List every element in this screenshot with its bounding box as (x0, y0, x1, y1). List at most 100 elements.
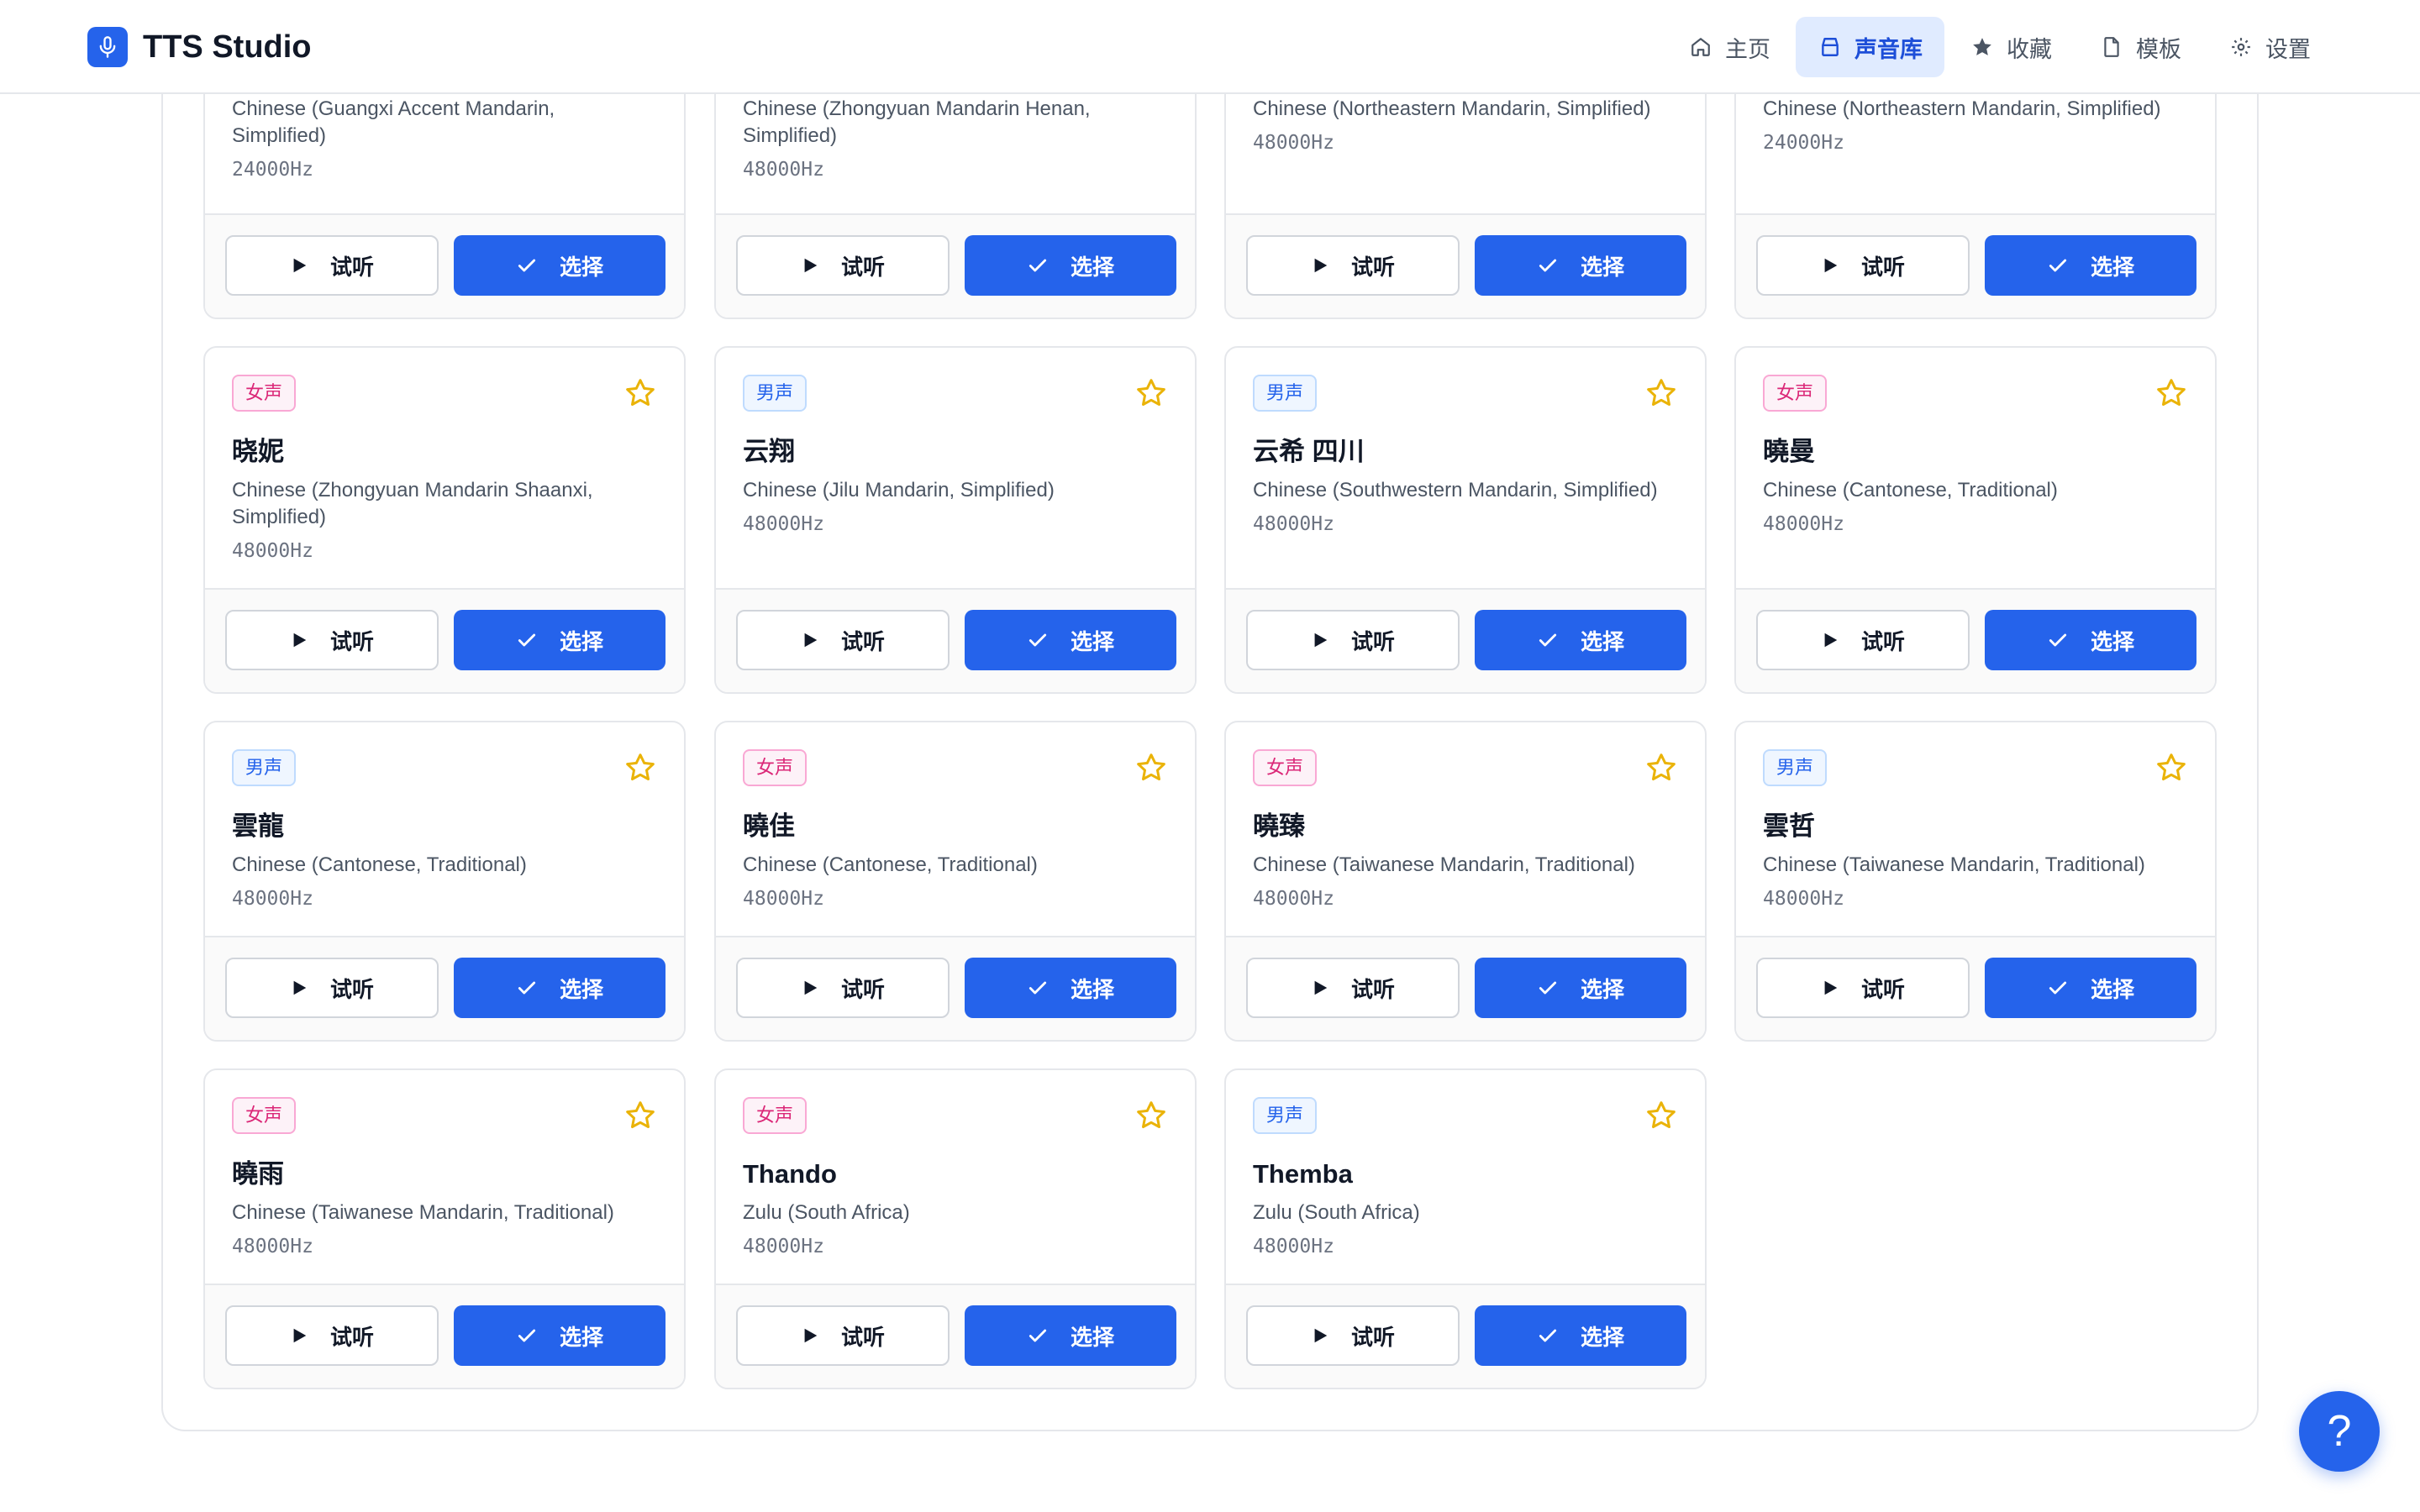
select-button[interactable]: 选择 (965, 958, 1176, 1018)
voice-sample-rate: 48000Hz (1253, 1236, 1334, 1257)
gear-icon (2228, 34, 2254, 60)
favorite-star-icon[interactable] (2154, 751, 2188, 785)
preview-button[interactable]: 试听 (1756, 958, 1970, 1018)
preview-label: 试听 (1350, 628, 1395, 654)
favorite-star-icon[interactable] (1134, 376, 1168, 410)
voice-name: 曉臻 (1253, 811, 1305, 841)
voice-sample-rate: 48000Hz (1253, 132, 1334, 154)
select-button[interactable]: 选择 (1985, 958, 2196, 1018)
select-button[interactable]: 选择 (454, 610, 666, 670)
voice-language: Chinese (Cantonese, Traditional) (232, 853, 527, 876)
play-icon (290, 979, 308, 997)
voice-card-body: 女声 Thando Zulu (South Africa) 48000Hz (716, 1070, 1195, 1284)
select-button[interactable]: 选择 (1475, 235, 1686, 296)
help-button[interactable]: ? (2299, 1391, 2380, 1472)
voice-card-actions: 试听 选择 (1226, 936, 1705, 1040)
favorite-star-icon[interactable] (2154, 376, 2188, 410)
voice-card-body: 女声 曉曼 Chinese (Cantonese, Traditional) 4… (1736, 348, 2215, 588)
preview-button[interactable]: 试听 (1246, 235, 1460, 296)
voice-card: 女声 曉雨 Chinese (Taiwanese Mandarin, Tradi… (203, 1068, 686, 1389)
favorite-star-icon[interactable] (1644, 1099, 1678, 1132)
voice-card: 女声 晓妮 Chinese (Zhongyuan Mandarin Shaanx… (203, 346, 686, 694)
preview-button[interactable]: 试听 (736, 235, 950, 296)
preview-label: 试听 (1860, 628, 1905, 654)
select-button[interactable]: 选择 (1475, 1305, 1686, 1366)
voice-card-actions: 试听 选择 (1736, 588, 2215, 692)
select-button[interactable]: 选择 (454, 958, 666, 1018)
select-button[interactable]: 选择 (965, 1305, 1176, 1366)
preview-button[interactable]: 试听 (1756, 235, 1970, 296)
voice-card: 男声 雲龍 Chinese (Cantonese, Traditional) 4… (203, 721, 686, 1042)
nav-item-favorites[interactable]: 收藏 (1948, 17, 2074, 77)
voice-language: Chinese (Jilu Mandarin, Simplified) (743, 479, 1055, 501)
select-label: 选择 (1070, 254, 1114, 280)
check-icon (2047, 255, 2069, 276)
preview-label: 试听 (840, 976, 885, 1002)
gender-badge: 女声 (232, 1097, 297, 1134)
preview-button[interactable]: 试听 (225, 1305, 439, 1366)
voice-card: 女声 曉曼 Chinese (Cantonese, Traditional) 4… (1734, 346, 2217, 694)
nav-item-label: 设置 (2265, 36, 2311, 62)
select-button[interactable]: 选择 (1475, 610, 1686, 670)
preview-button[interactable]: 试听 (736, 1305, 950, 1366)
voice-language: Chinese (Southwestern Mandarin, Simplifi… (1253, 479, 1658, 501)
favorite-star-icon[interactable] (1134, 1099, 1168, 1132)
microphone-icon (87, 27, 128, 67)
select-label: 选择 (559, 254, 603, 280)
check-icon (1027, 629, 1049, 651)
voice-card-actions: 试听 选择 (205, 213, 684, 318)
select-button[interactable]: 选择 (965, 235, 1176, 296)
favorite-star-icon[interactable] (623, 751, 657, 785)
help-label: ? (2327, 1407, 2352, 1456)
preview-button[interactable]: 试听 (1246, 958, 1460, 1018)
preview-label: 试听 (840, 628, 885, 654)
preview-label: 试听 (1350, 1324, 1395, 1350)
voice-card: 男声 Themba Zulu (South Africa) 48000Hz 试听… (1224, 1068, 1707, 1389)
gender-badge: 男声 (1763, 749, 1828, 786)
voice-card-body: 女声 曉佳 Chinese (Cantonese, Traditional) 4… (716, 722, 1195, 936)
check-icon (516, 1325, 538, 1347)
voice-language: Chinese (Zhongyuan Mandarin Shaanxi, Sim… (232, 479, 593, 528)
select-label: 选择 (1580, 1324, 1624, 1350)
favorite-star-icon[interactable] (1134, 751, 1168, 785)
favorite-star-icon[interactable] (623, 376, 657, 410)
voice-name: 曉雨 (232, 1159, 284, 1189)
nav-item-settings[interactable]: 设置 (2207, 17, 2333, 77)
nav-item-home[interactable]: 主页 (1666, 17, 1792, 77)
gender-badge: 女声 (743, 1097, 808, 1134)
preview-button[interactable]: 试听 (1246, 610, 1460, 670)
voice-sample-rate: 48000Hz (1763, 888, 1844, 910)
preview-button[interactable]: 试听 (1756, 610, 1970, 670)
preview-button[interactable]: 试听 (736, 610, 950, 670)
nav-item-label: 收藏 (2007, 36, 2052, 62)
voice-language: Zulu (South Africa) (1253, 1201, 1420, 1224)
nav-item-label: 声音库 (1854, 36, 1923, 62)
select-button[interactable]: 选择 (1985, 235, 2196, 296)
nav-item-templates[interactable]: 模板 (2077, 17, 2203, 77)
select-button[interactable]: 选择 (1985, 610, 2196, 670)
nav-item-label: 主页 (1725, 36, 1770, 62)
preview-button[interactable]: 试听 (225, 958, 439, 1018)
preview-button[interactable]: 试听 (736, 958, 950, 1018)
favorite-star-icon[interactable] (623, 1099, 657, 1132)
voice-sample-rate: 48000Hz (1253, 513, 1334, 535)
preview-button[interactable]: 试听 (225, 235, 439, 296)
brand[interactable]: TTS Studio (87, 25, 312, 69)
favorite-star-icon[interactable] (1644, 376, 1678, 410)
play-icon (1821, 979, 1839, 997)
preview-button[interactable]: 试听 (225, 610, 439, 670)
select-button[interactable]: 选择 (965, 610, 1176, 670)
voice-card-actions: 试听 选择 (1226, 588, 1705, 692)
voice-card-body: 男声 Themba Zulu (South Africa) 48000Hz (1226, 1070, 1705, 1284)
preview-button[interactable]: 试听 (1246, 1305, 1460, 1366)
favorite-star-icon[interactable] (1644, 751, 1678, 785)
select-button[interactable]: 选择 (454, 1305, 666, 1366)
library-icon (1818, 34, 1843, 60)
gender-badge: 女声 (1763, 375, 1828, 412)
top-navbar: TTS Studio 主页 声音库 收藏 模板 设置 (0, 0, 2420, 94)
select-button[interactable]: 选择 (1475, 958, 1686, 1018)
nav-item-library[interactable]: 声音库 (1796, 17, 1944, 77)
play-icon (290, 1326, 308, 1345)
select-button[interactable]: 选择 (454, 235, 666, 296)
play-icon (801, 256, 819, 275)
